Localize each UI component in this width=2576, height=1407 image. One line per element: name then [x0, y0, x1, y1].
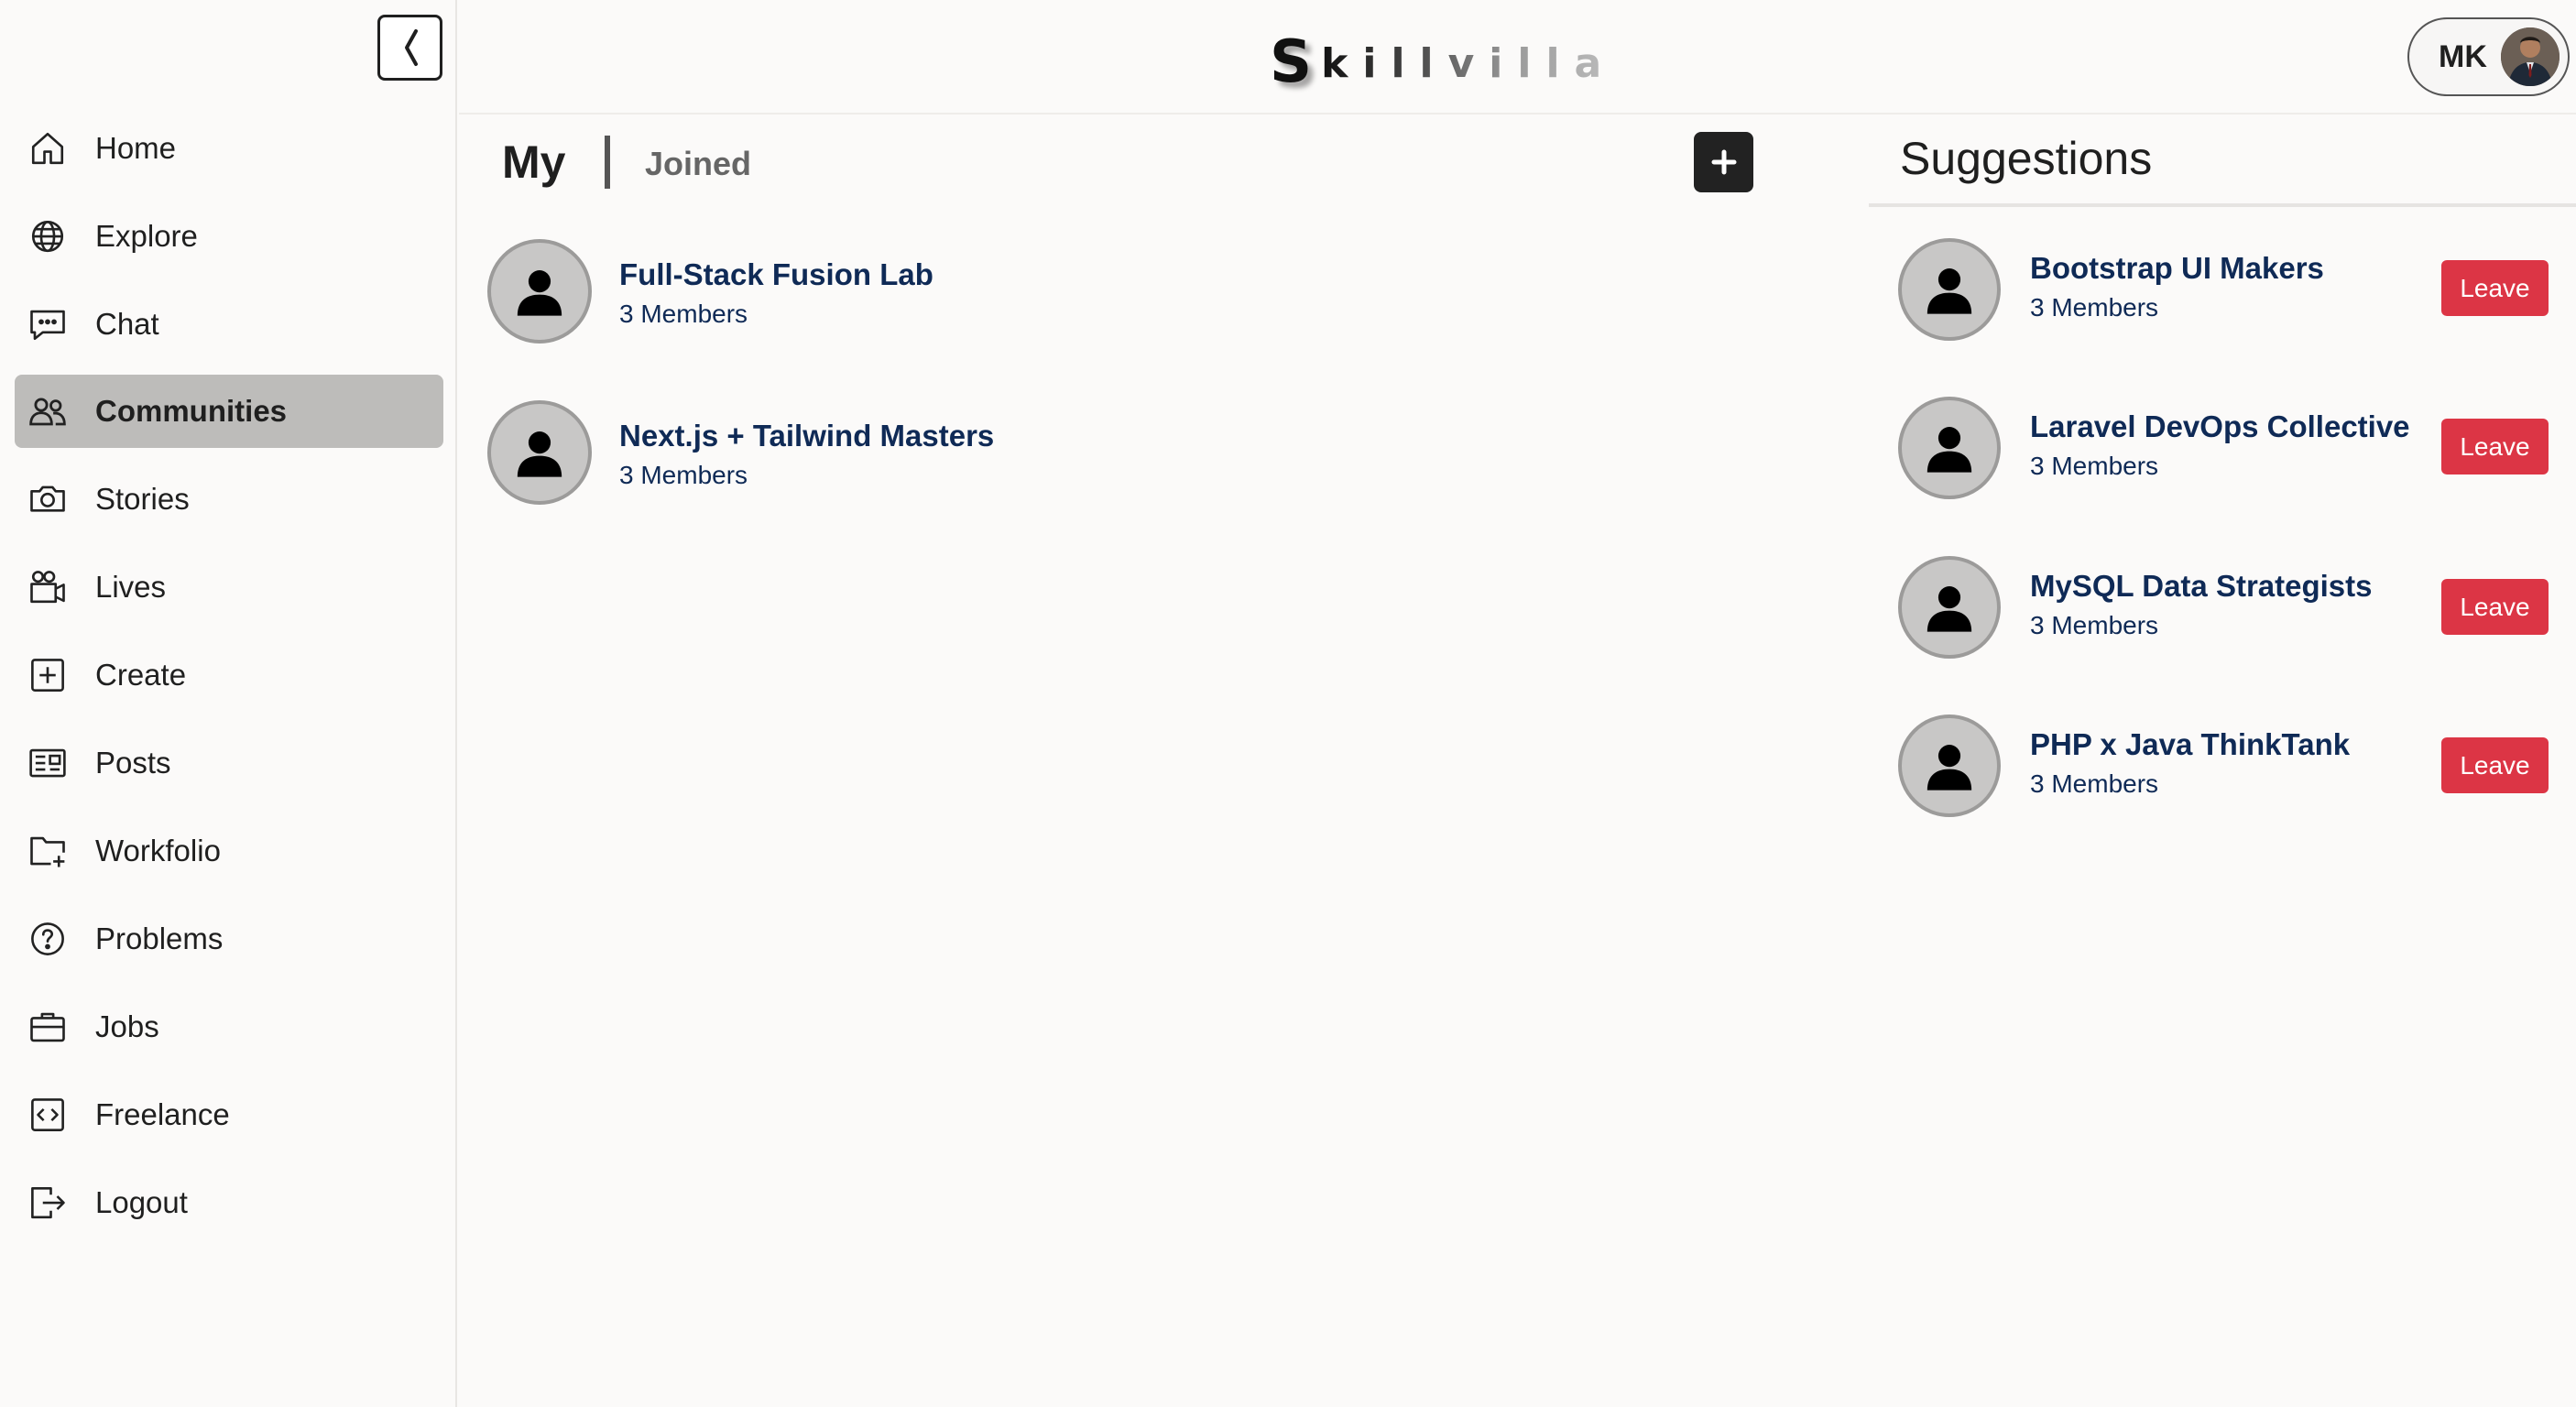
sidebar-item-label: Problems: [95, 922, 224, 955]
leave-button[interactable]: Leave: [2441, 419, 2549, 474]
group-avatar: [487, 239, 592, 344]
sidebar-item-communities[interactable]: Communities: [15, 375, 443, 448]
group-member-count: 3 Members: [2030, 293, 2159, 322]
sidebar-item-create[interactable]: Create: [15, 638, 443, 712]
group-name[interactable]: Next.js + Tailwind Masters: [619, 419, 994, 453]
home-icon: [15, 112, 81, 185]
plus-square-icon: [15, 638, 81, 712]
sidebar-item-label: Home: [95, 131, 177, 165]
plus-icon: [1711, 149, 1736, 175]
sidebar-item-freelance[interactable]: Freelance: [15, 1078, 443, 1151]
people-icon: [15, 375, 81, 448]
sidebar-item-chat[interactable]: Chat: [15, 288, 443, 361]
group-member-count: 3 Members: [2030, 769, 2159, 798]
group-name[interactable]: MySQL Data Strategists: [2030, 569, 2373, 604]
group-name[interactable]: PHP x Java ThinkTank: [2030, 727, 2350, 762]
code-square-icon: [15, 1078, 81, 1151]
sidebar-item-problems[interactable]: Problems: [15, 902, 443, 976]
group-avatar: [1898, 238, 2001, 341]
user-silhouette-icon: [517, 270, 562, 316]
user-silhouette-icon: [1927, 268, 1972, 314]
sidebar-item-label: Stories: [95, 482, 190, 516]
user-silhouette-icon: [1927, 427, 1972, 473]
logout-icon: [15, 1166, 81, 1239]
newspaper-icon: [15, 726, 81, 800]
sidebar-item-workfolio[interactable]: Workfolio: [15, 814, 443, 888]
sidebar-item-stories[interactable]: Stories: [15, 463, 443, 536]
top-header: S killvilla: [459, 0, 2576, 115]
logo-text: killvilla: [1321, 44, 1616, 92]
briefcase-icon: [15, 990, 81, 1063]
sidebar-item-label: Explore: [95, 219, 198, 253]
sidebar-item-label: Communities: [95, 394, 288, 428]
group-member-count: 3 Members: [2030, 611, 2159, 639]
leave-button[interactable]: Leave: [2441, 260, 2549, 316]
tab-divider: [605, 136, 610, 189]
sidebar-item-label: Chat: [95, 307, 159, 341]
tab-my[interactable]: My: [502, 136, 565, 189]
suggestions-title: Suggestions: [1900, 133, 2153, 184]
leave-button[interactable]: Leave: [2441, 579, 2549, 635]
skillvilla-logo[interactable]: S killvilla: [1270, 27, 1616, 92]
sidebar-item-lives[interactable]: Lives: [15, 551, 443, 624]
group-member-count: 3 Members: [619, 300, 748, 328]
logo-initial: S: [1270, 28, 1313, 96]
chat-icon: [15, 288, 81, 361]
sidebar-item-posts[interactable]: Posts: [15, 726, 443, 800]
sidebar-item-label: Posts: [95, 746, 171, 780]
user-avatar: [2501, 27, 2560, 86]
group-member-count: 3 Members: [2030, 452, 2159, 480]
list-item[interactable]: Full-Stack Fusion Lab 3 Members: [487, 239, 1403, 345]
sidebar-item-logout[interactable]: Logout: [15, 1166, 443, 1239]
sidebar-item-label: Create: [95, 658, 187, 692]
sidebar-item-label: Workfolio: [95, 834, 221, 867]
tab-joined[interactable]: Joined: [645, 145, 751, 183]
leave-button[interactable]: Leave: [2441, 737, 2549, 793]
group-avatar: [487, 400, 592, 505]
suggestions-divider: [1869, 203, 2576, 207]
camera-icon: [15, 463, 81, 536]
group-member-count: 3 Members: [619, 461, 748, 489]
sidebar: Home Explore Chat Communities Stories Li…: [0, 0, 457, 1407]
create-community-button[interactable]: [1694, 132, 1753, 192]
user-silhouette-icon: [517, 431, 562, 477]
sidebar-item-label: Jobs: [95, 1009, 159, 1043]
question-circle-icon: [15, 902, 81, 976]
collapse-sidebar-button[interactable]: [377, 15, 442, 81]
sidebar-item-label: Logout: [95, 1185, 188, 1219]
user-silhouette-icon: [1927, 586, 1972, 632]
sidebar-item-jobs[interactable]: Jobs: [15, 990, 443, 1063]
group-name[interactable]: Full-Stack Fusion Lab: [619, 257, 933, 292]
sidebar-item-label: Freelance: [95, 1097, 230, 1131]
group-name[interactable]: Laravel DevOps Collective: [2030, 409, 2410, 444]
user-initials: MK: [2439, 38, 2487, 74]
video-camera-icon: [15, 551, 81, 624]
sidebar-item-explore[interactable]: Explore: [15, 200, 443, 273]
user-profile-chip[interactable]: MK: [2407, 17, 2570, 96]
group-avatar: [1898, 556, 2001, 659]
globe-icon: [15, 200, 81, 273]
list-item[interactable]: Next.js + Tailwind Masters 3 Members: [487, 400, 1403, 507]
chevron-left-icon: [404, 29, 418, 66]
group-avatar: [1898, 714, 2001, 817]
folder-plus-icon: [15, 814, 81, 888]
user-silhouette-icon: [1927, 745, 1972, 791]
sidebar-item-label: Lives: [95, 570, 167, 604]
group-name[interactable]: Bootstrap UI Makers: [2030, 251, 2324, 286]
sidebar-item-home[interactable]: Home: [15, 112, 443, 185]
group-avatar: [1898, 397, 2001, 499]
